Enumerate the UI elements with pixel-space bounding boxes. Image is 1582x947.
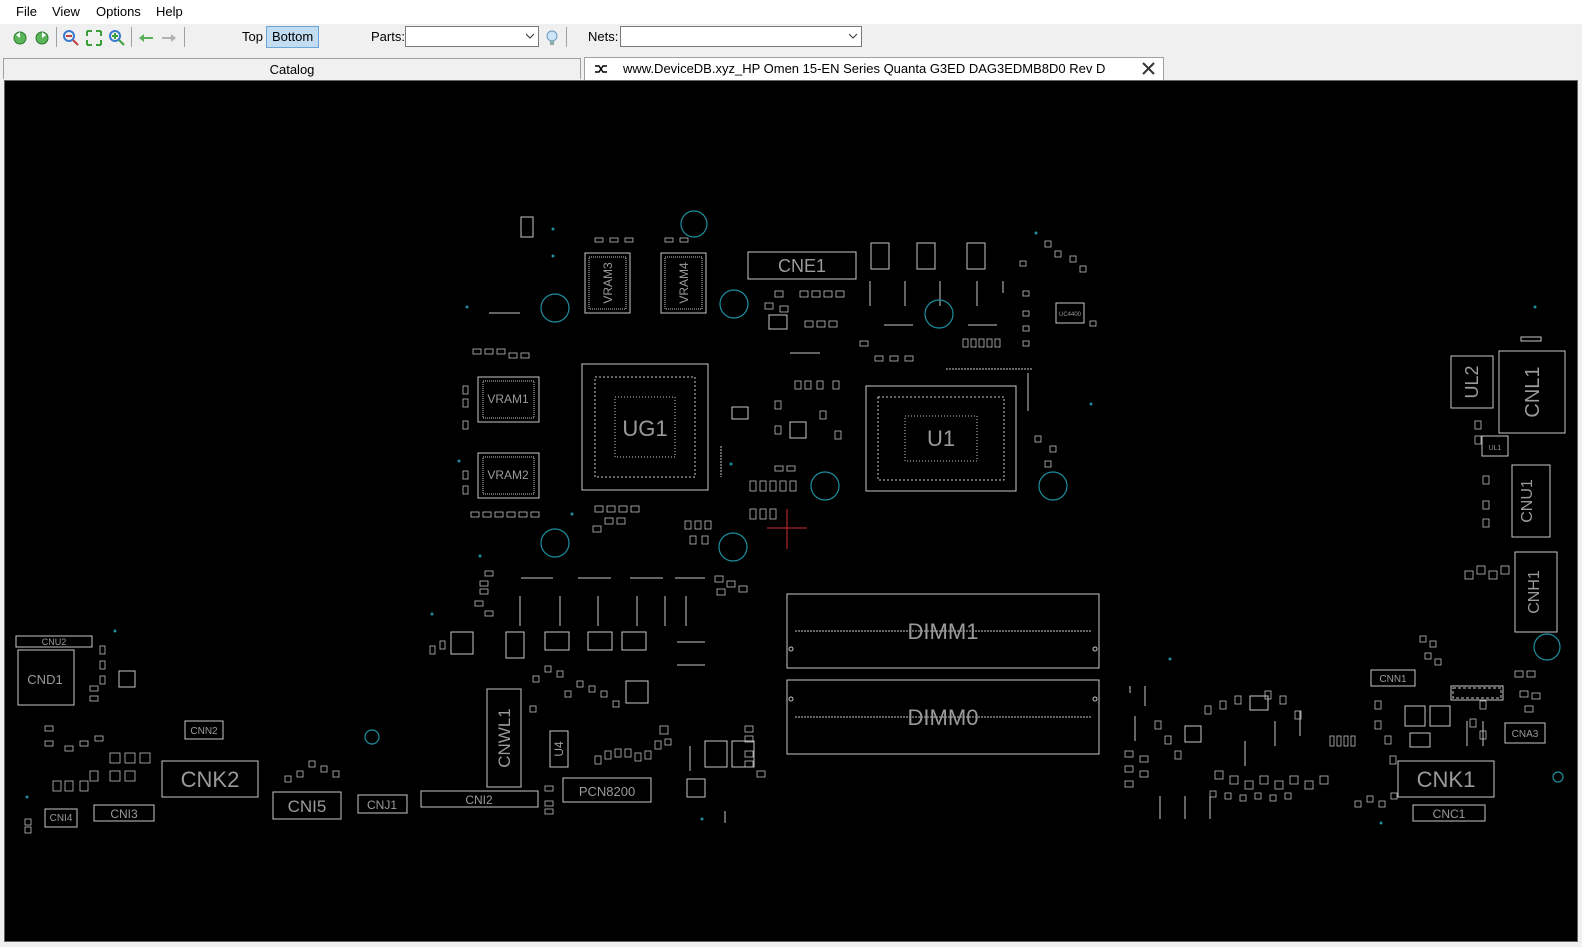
cnn1-label: CNN1 bbox=[1379, 674, 1407, 685]
pcn8200-label: PCN8200 bbox=[579, 784, 635, 799]
nets-select[interactable] bbox=[620, 26, 862, 47]
ul2-label: UL2 bbox=[1462, 365, 1482, 398]
toolbar-separator bbox=[131, 27, 132, 47]
cnu2-label: CNU2 bbox=[42, 637, 67, 647]
parts-select[interactable] bbox=[405, 26, 539, 47]
via-group bbox=[364, 210, 1564, 783]
board-canvas[interactable]: UG1 U1 VRAM1 VRAM2 VRAM3 VRAM4 CNE1 DIMM… bbox=[4, 80, 1578, 942]
small-chip-label: UC4400 bbox=[1059, 312, 1082, 318]
dimm0-label: DIMM0 bbox=[908, 705, 979, 730]
tab-boardview[interactable]: www.DeviceDB.xyz_HP Omen 15-EN Series Qu… bbox=[584, 57, 1164, 97]
chevron-down-icon bbox=[526, 33, 534, 39]
lightbulb-icon[interactable] bbox=[543, 29, 561, 47]
top-side-button[interactable]: Top bbox=[237, 27, 268, 47]
cursor-crosshair bbox=[767, 509, 807, 549]
tab-catalog-label: Catalog bbox=[269, 62, 315, 77]
zoom-out-icon[interactable] bbox=[62, 29, 80, 47]
forward-arrow-icon[interactable] bbox=[160, 29, 178, 47]
cna3-label: CNA3 bbox=[1512, 729, 1539, 740]
cnk1-label: CNK1 bbox=[1417, 767, 1476, 792]
parts-label: Parts: bbox=[371, 29, 405, 44]
nets-label: Nets: bbox=[588, 29, 619, 44]
board-drawing[interactable]: UG1 U1 VRAM1 VRAM2 VRAM3 VRAM4 CNE1 DIMM… bbox=[5, 81, 1577, 941]
tab-catalog[interactable]: Catalog bbox=[3, 58, 581, 79]
u4-label: U4 bbox=[552, 741, 566, 757]
vram3-label: VRAM3 bbox=[601, 262, 615, 304]
toolbar-separator bbox=[56, 27, 57, 47]
cni2-label: CNI2 bbox=[465, 793, 493, 807]
u1-label: U1 bbox=[927, 426, 955, 451]
dimm1-label: DIMM1 bbox=[908, 619, 979, 644]
vram1-label: VRAM1 bbox=[487, 392, 529, 406]
cnd1-label: CND1 bbox=[27, 672, 62, 687]
menu-bar: File View Options Help bbox=[0, 0, 1582, 24]
cnk2-label: CNK2 bbox=[181, 767, 240, 792]
cni4-label: CNI4 bbox=[50, 813, 73, 824]
cne1-label: CNE1 bbox=[778, 256, 826, 276]
chevron-down-icon bbox=[849, 33, 857, 39]
cnn2-label: CNN2 bbox=[190, 726, 218, 737]
menu-file[interactable]: File bbox=[16, 4, 37, 19]
vram2-label: VRAM2 bbox=[487, 468, 529, 482]
bottom-side-button[interactable]: Bottom bbox=[266, 26, 320, 48]
shuffle-icon bbox=[595, 65, 607, 73]
cnwl1-label: CNWL1 bbox=[495, 708, 514, 768]
cnl1-label: CNL1 bbox=[1522, 366, 1544, 417]
back-arrow-icon[interactable] bbox=[137, 29, 155, 47]
rotate-right-icon[interactable] bbox=[33, 29, 51, 47]
cnu1-label: CNU1 bbox=[1519, 479, 1536, 523]
cnj1-label: CNJ1 bbox=[367, 798, 397, 812]
toolbar-separator bbox=[566, 27, 567, 47]
zoom-in-icon[interactable] bbox=[108, 29, 126, 47]
menu-options[interactable]: Options bbox=[96, 4, 141, 19]
menu-view[interactable]: View bbox=[52, 4, 80, 19]
toolbar-separator bbox=[184, 27, 185, 47]
close-icon[interactable] bbox=[1142, 62, 1155, 75]
vram4-label: VRAM4 bbox=[677, 262, 691, 304]
cnh1-label: CNH1 bbox=[1526, 570, 1543, 614]
ug1-label: UG1 bbox=[622, 416, 667, 441]
rotate-left-icon[interactable] bbox=[11, 29, 29, 47]
fit-view-icon[interactable] bbox=[85, 29, 103, 47]
cnc1-label: CNC1 bbox=[1433, 807, 1466, 821]
menu-help[interactable]: Help bbox=[156, 4, 183, 19]
cni3-label: CNI3 bbox=[110, 807, 138, 821]
ul1-label: UL1 bbox=[1489, 445, 1502, 452]
cni5-label: CNI5 bbox=[288, 797, 327, 816]
